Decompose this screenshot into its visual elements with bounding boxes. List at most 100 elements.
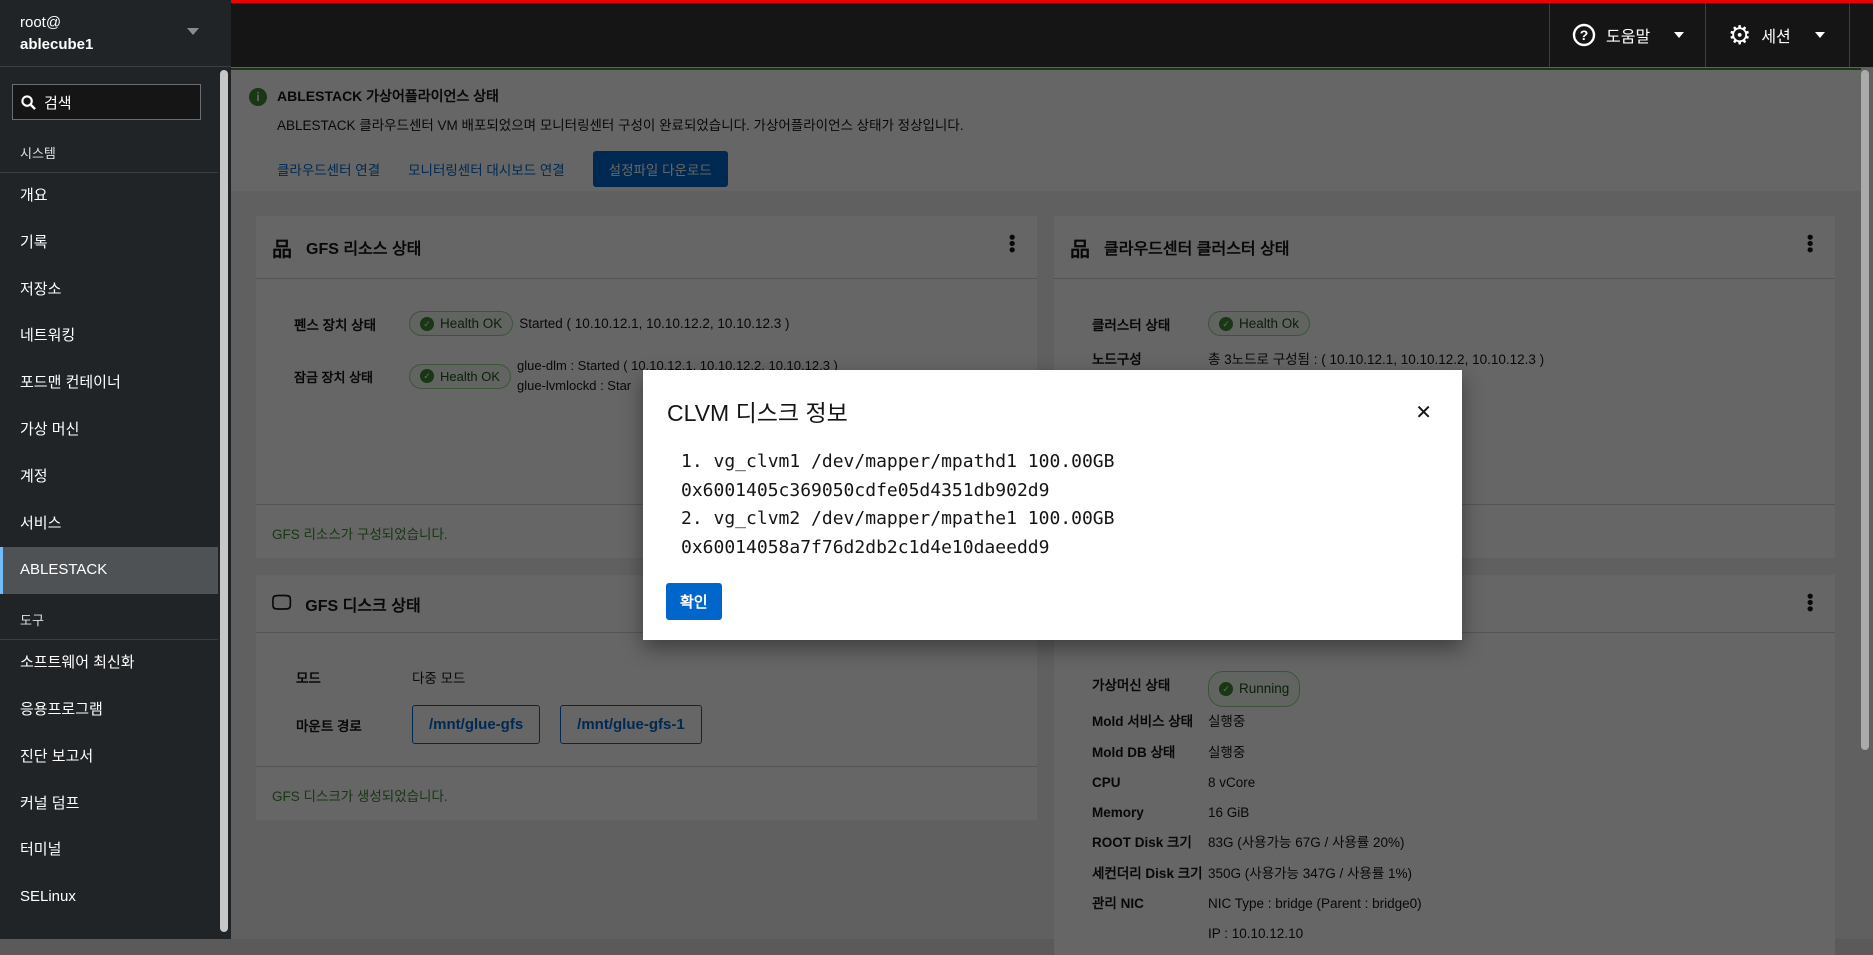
search-placeholder: 검색 (44, 94, 72, 112)
nav-item-kernel-dump[interactable]: 커널 덤프 (0, 781, 218, 828)
vm-row-label: 가상머신 상태 (1092, 678, 1171, 693)
vm-details: 가상머신 상태 ✓ Running Mold 서비스 상태 실행중 Mold DB 상… (1092, 671, 1422, 950)
help-icon: ? (1572, 23, 1596, 47)
disk-line: 0x6001405c369050cdfe05d4351db902d9 (681, 479, 1050, 501)
card-title: 클라우드센터 클러스터 상태 (1104, 241, 1290, 258)
mount-path-button[interactable]: /mnt/glue-gfs-1 (560, 705, 702, 744)
node-label: 노드구성 (1092, 352, 1142, 367)
download-config-button[interactable]: 설정파일 다운로드 (592, 151, 728, 187)
badge-text: Health OK (440, 368, 500, 384)
check-circle-icon: ✓ (1219, 682, 1233, 697)
status-badge: ✓ Health Ok (1208, 311, 1311, 336)
nav-item-selinux[interactable]: SELinux (0, 874, 218, 921)
nav-item-podman[interactable]: 포드맨 컨테이너 (0, 360, 218, 407)
vm-row-label: 관리 NIC (1092, 896, 1144, 912)
caret-down-icon (1674, 32, 1685, 38)
badge-text: Running (1239, 681, 1290, 696)
vm-row-label: Mold DB 상태 (1092, 744, 1176, 760)
search-icon (21, 94, 36, 110)
help-label: 도움말 (1606, 29, 1651, 46)
cloudcenter-link[interactable]: 클라우드센터 연결 (277, 159, 380, 179)
status-badge: ✓ Running (1208, 671, 1301, 708)
status-badge: ✓ Health OK (409, 311, 514, 336)
main-scrollbar[interactable] (1861, 70, 1869, 750)
caret-down-icon (187, 28, 199, 35)
nav-section-tools: 도구 (0, 602, 218, 641)
cluster-status-label: 클러스터 상태 (1092, 317, 1171, 333)
disk-line: 1. vg_clvm1 /dev/mapper/mpathd1 100.00GB (681, 451, 1115, 472)
lock-label: 잠금 장치 상태 (294, 369, 373, 385)
gear-icon: ⚙ (1728, 20, 1752, 50)
nav-item-storage[interactable]: 저장소 (0, 267, 218, 314)
nav-item-overview[interactable]: 개요 (0, 173, 218, 220)
nav-menu: 시스템 개요 기록 저장소 네트워킹 포드맨 컨테이너 가상 머신 계정 서비스… (0, 135, 218, 921)
kebab-menu-icon[interactable]: ••• (1800, 593, 1820, 612)
fence-label: 펜스 장치 상태 (294, 317, 377, 333)
vm-row-label (1092, 919, 1208, 949)
kebab-menu-icon[interactable]: ••• (1002, 234, 1022, 253)
top-header: ? 도움말 ⚙ 세션 (231, 0, 1873, 67)
nav-item-ablestack[interactable]: ABLESTACK (0, 547, 218, 595)
status-badge: ✓ Health OK (409, 363, 511, 389)
sidebar: root@ ablecube1 검색 시스템 개요 기록 저장소 네트워킹 포드… (0, 0, 231, 939)
disk-line: 0x60014058a7f76d2db2c1d4e10daeedd9 (681, 536, 1050, 558)
badge-text: Health Ok (1239, 316, 1300, 331)
card-title: GFS 디스크 상태 (305, 597, 421, 615)
vm-row-value: 83G (사용가능 67G / 사용률 20%) (1208, 835, 1405, 851)
mount-path-button[interactable]: /mnt/glue-gfs (412, 705, 541, 744)
clvm-disk-info-modal: CLVM 디스크 정보 ✕ 1. vg_clvm1 /dev/mapper/mp… (643, 370, 1462, 640)
fence-value: Started ( 10.10.12.1, 10.10.12.2, 10.10.… (519, 316, 790, 331)
nav-section-system: 시스템 (0, 135, 218, 173)
mode-value: 다중 모드 (412, 671, 466, 686)
help-menu-button[interactable]: ? 도움말 (1549, 3, 1705, 67)
mount-label: 마운트 경로 (296, 718, 362, 734)
kebab-menu-icon[interactable]: ••• (1800, 234, 1820, 253)
vm-row-value: IP : 10.10.12.10 (1208, 926, 1304, 942)
vm-row-label: Memory (1092, 805, 1144, 821)
vm-row-label: 세컨더리 Disk 크기 (1092, 865, 1203, 881)
nav-item-applications[interactable]: 응용프로그램 (0, 687, 218, 734)
nav-item-accounts[interactable]: 계정 (0, 454, 218, 501)
svg-text:?: ? (1580, 27, 1589, 43)
caret-down-icon (1814, 32, 1825, 38)
session-menu-button[interactable]: ⚙ 세션 (1705, 3, 1849, 67)
modal-title: CLVM 디스크 정보 (667, 400, 848, 426)
vm-row-label: CPU (1092, 774, 1121, 790)
vm-row-label: ROOT Disk 크기 (1092, 835, 1192, 851)
mode-label: 모드 (296, 671, 321, 686)
user-label: root@ (20, 14, 62, 31)
nav-item-software-updates[interactable]: 소프트웨어 최신화 (0, 640, 218, 687)
vm-row-value: 8 vCore (1208, 774, 1256, 790)
info-icon: i (249, 88, 267, 106)
appliance-status-alert: i ABLESTACK 가상어플라이언스 상태 ABLESTACK 클라우드센터… (231, 68, 1861, 191)
nav-item-diagnostic-reports[interactable]: 진단 보고서 (0, 734, 218, 781)
confirm-button[interactable]: 확인 (666, 583, 722, 620)
sidebar-scrollbar[interactable] (220, 70, 228, 932)
check-circle-icon: ✓ (1219, 316, 1233, 331)
node-value: 총 3노드로 구성됨 : ( 10.10.12.1, 10.10.12.2, 1… (1208, 352, 1545, 367)
vm-row-value: 실행중 (1208, 744, 1246, 760)
nav-item-logs[interactable]: 기록 (0, 220, 218, 267)
vm-row-value: 실행중 (1208, 714, 1246, 730)
nav-item-networking[interactable]: 네트워킹 (0, 313, 218, 360)
vm-row-value: 350G (사용가능 347G / 사용률 1%) (1208, 865, 1412, 881)
check-circle-icon: ✓ (420, 316, 434, 331)
close-icon[interactable]: ✕ (1415, 400, 1432, 425)
vm-row-value: NIC Type : bridge (Parent : bridge0) (1208, 896, 1422, 912)
host-label: ablecube1 (20, 36, 94, 53)
divider (1849, 3, 1850, 67)
alert-title: ABLESTACK 가상어플라이언스 상태 (277, 88, 499, 104)
vm-row-label: Mold 서비스 상태 (1092, 714, 1194, 730)
session-label: 세션 (1761, 29, 1791, 46)
card-title: GFS 리소스 상태 (306, 241, 422, 258)
host-switcher[interactable]: root@ ablecube1 (0, 0, 231, 67)
monitor-icon: 🖵 (272, 592, 292, 614)
search-input[interactable]: 검색 (12, 84, 201, 120)
card-footer: GFS 디스크가 생성되었습니다. (256, 766, 1037, 820)
nav-item-vms[interactable]: 가상 머신 (0, 407, 218, 454)
vm-row-value: 16 GiB (1208, 805, 1250, 821)
alert-text: ABLESTACK 클라우드센터 VM 배포되었으며 모니터링센터 구성이 완료… (277, 118, 964, 133)
nav-item-services[interactable]: 서비스 (0, 501, 218, 548)
monitoring-dashboard-link[interactable]: 모니터링센터 대시보드 연결 (408, 159, 565, 179)
nav-item-terminal[interactable]: 터미널 (0, 827, 218, 874)
